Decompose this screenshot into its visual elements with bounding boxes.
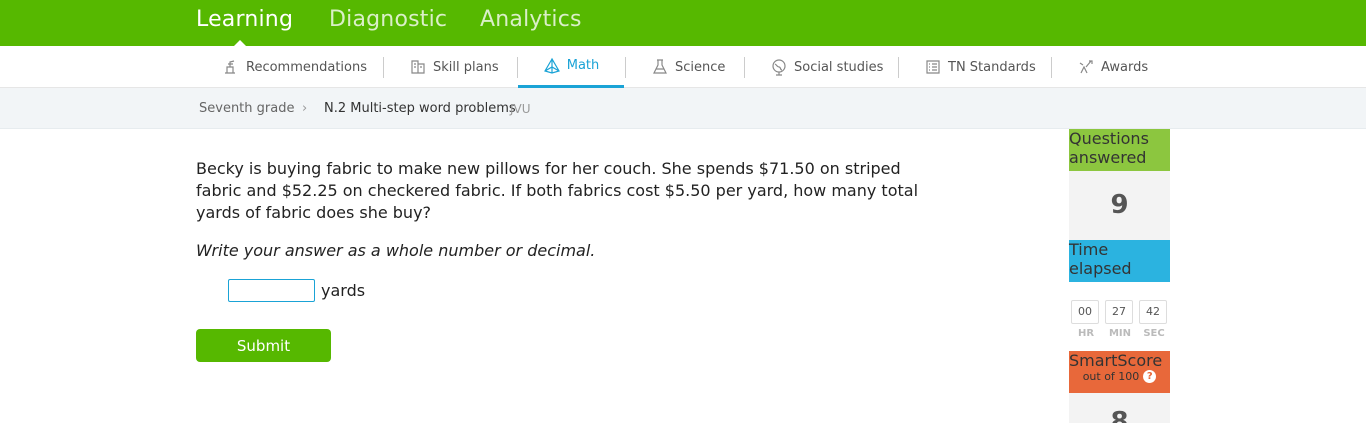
smartscore-header: SmartScore out of 100 ?: [1069, 351, 1170, 393]
timer-seconds-label: SEC: [1143, 328, 1165, 339]
breadcrumb-skill: N.2 Multi-step word problems: [324, 101, 516, 116]
questions-answered-header: Questions answered: [1069, 129, 1170, 171]
subnav-label: Skill plans: [433, 59, 499, 75]
subnav-label: Recommendations: [246, 59, 368, 75]
question-text: Becky is buying fabric to make new pillo…: [196, 159, 919, 222]
science-icon: [653, 59, 667, 74]
smartscore-value: 8: [1069, 393, 1170, 423]
divider: [383, 57, 384, 78]
answer-input[interactable]: [228, 279, 315, 302]
subnav-item-science[interactable]: Science: [651, 46, 725, 88]
submit-button[interactable]: Submit: [196, 329, 331, 362]
breadcrumb: Seventh grade › N.2 Multi-step word prob…: [0, 88, 1366, 129]
timer-hours: 00 HR: [1071, 300, 1101, 339]
recommendations-icon: [225, 60, 235, 74]
skill-code: JVU: [510, 102, 531, 116]
timer-seconds: 42 SEC: [1139, 300, 1169, 339]
top-nav: Learning Diagnostic Analytics: [0, 0, 1366, 46]
timer-minutes-value: 27: [1105, 300, 1133, 324]
timer-hours-label: HR: [1077, 328, 1095, 339]
breadcrumb-grade[interactable]: Seventh grade: [199, 101, 294, 116]
timer: 00 HR 27 MIN 42 SEC: [1069, 282, 1170, 351]
subnav-item-math[interactable]: Math: [518, 46, 624, 88]
subnav-item-social-studies[interactable]: Social studies: [770, 46, 883, 88]
standards-icon: [926, 60, 940, 74]
subnav-item-recommendations[interactable]: Recommendations: [222, 46, 367, 88]
globe-icon: [772, 59, 786, 76]
divider: [898, 57, 899, 78]
timer-minutes-label: MIN: [1108, 328, 1132, 339]
timer-hours-value: 00: [1071, 300, 1099, 324]
subnav-item-tn-standards[interactable]: TN Standards: [924, 46, 1036, 88]
subnav-item-skill-plans[interactable]: Skill plans: [409, 46, 499, 88]
awards-icon: [1079, 60, 1093, 74]
time-elapsed-header: Time elapsed: [1069, 240, 1170, 282]
timer-minutes: 27 MIN: [1105, 300, 1135, 339]
smartscore-subtitle: out of 100 ?: [1069, 370, 1170, 383]
tab-analytics[interactable]: Analytics: [480, 7, 582, 32]
divider: [744, 57, 745, 78]
subnav-item-awards[interactable]: Awards: [1077, 46, 1148, 88]
divider: [625, 57, 626, 78]
answer-instruction: Write your answer as a whole number or d…: [196, 241, 596, 260]
tab-diagnostic[interactable]: Diagnostic: [329, 7, 447, 32]
subnav-label: Social studies: [794, 59, 884, 75]
timer-seconds-value: 42: [1139, 300, 1167, 324]
subnav-label: Science: [675, 59, 726, 75]
subnav-label: TN Standards: [948, 59, 1036, 75]
subnav-label: Awards: [1101, 59, 1149, 75]
answer-unit: yards: [321, 281, 366, 300]
subnav-label: Math: [566, 58, 600, 73]
subject-nav: Recommendations Skill plans Math Science…: [0, 46, 1366, 88]
time-elapsed-label: Time elapsed: [1069, 240, 1132, 278]
smartscore-sub-label: out of 100: [1082, 370, 1140, 383]
skill-plans-icon: [411, 60, 425, 74]
smartscore-label: SmartScore: [1069, 351, 1163, 370]
questions-answered-count: 9: [1069, 171, 1170, 240]
questions-answered-label: Questions answered: [1069, 129, 1149, 167]
help-icon[interactable]: ?: [1143, 370, 1157, 383]
divider: [1051, 57, 1052, 78]
chevron-right-icon: ›: [302, 101, 308, 116]
tab-learning[interactable]: Learning: [196, 7, 293, 32]
answer-row: yards: [228, 279, 365, 302]
math-icon: [543, 57, 560, 74]
